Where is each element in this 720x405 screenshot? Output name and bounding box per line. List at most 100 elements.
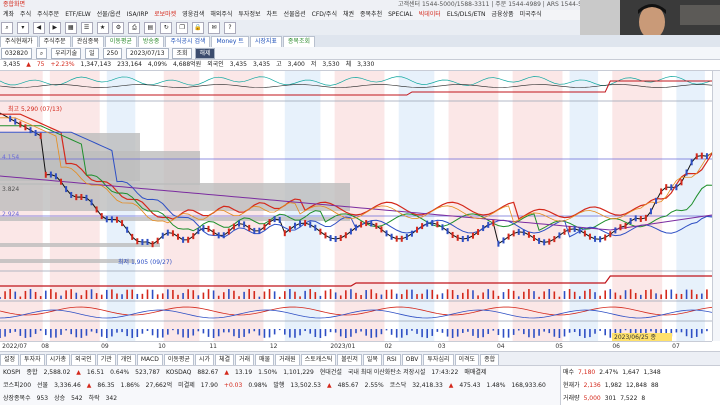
volume-bar	[309, 289, 312, 299]
volume-bar	[90, 289, 93, 299]
macd-bar	[95, 329, 98, 334]
volume-bar	[60, 295, 62, 299]
volume-bar	[156, 294, 159, 299]
query-button[interactable]: 조회	[172, 48, 192, 59]
menu-item[interactable]: 주식주문	[34, 10, 62, 20]
help-icon[interactable]: ?	[223, 22, 236, 34]
volume-bar	[228, 289, 230, 299]
macd-bar	[655, 329, 657, 334]
volume-bar	[380, 294, 383, 299]
volume-bar	[273, 291, 276, 299]
macd-bar	[472, 329, 474, 336]
screen-tab[interactable]: 시장지표	[249, 36, 282, 47]
menu-item[interactable]: 채권	[340, 10, 357, 20]
volume-bar	[385, 289, 388, 299]
volume-bar	[350, 289, 352, 299]
stock-search-icon[interactable]: ⌕	[35, 48, 48, 59]
menu-item[interactable]: 영웅검색	[179, 10, 207, 20]
screen-tab[interactable]: 주식현재가	[0, 36, 38, 47]
screen-tab[interactable]: 종목조회	[282, 36, 315, 47]
mail-icon[interactable]: ✉	[207, 22, 220, 34]
menu-item[interactable]: 차트	[264, 10, 281, 20]
volume-bar	[126, 289, 128, 299]
low-price-marker: 최저 1,905 (09/27)	[118, 258, 172, 266]
count-input[interactable]: 250	[102, 48, 123, 59]
volume-bar	[167, 289, 169, 299]
menu-item[interactable]: ISA/IRP	[124, 10, 151, 20]
screen-tab[interactable]: Money 트	[211, 36, 249, 47]
macd-bar	[584, 329, 586, 338]
macd-bar	[390, 329, 393, 335]
screen-tab[interactable]: 방송중	[137, 36, 165, 47]
macd-bar	[492, 329, 495, 331]
settings-icon[interactable]: ⚙	[112, 22, 125, 34]
price-level-label: 4.154	[2, 154, 19, 161]
date-input[interactable]: 2023/07/13	[125, 48, 169, 59]
chart-icon[interactable]: ▦	[64, 22, 77, 34]
menu-item[interactable]: SPECIAL	[385, 10, 416, 20]
menu-item[interactable]: 선물옵션	[281, 10, 309, 20]
screen-tab[interactable]: 이동평균	[104, 36, 137, 47]
menu-item[interactable]: 로보마켓	[151, 10, 179, 20]
candle	[90, 199, 93, 206]
candle	[614, 227, 617, 234]
dropdown-icon[interactable]: ▾	[16, 22, 29, 34]
candle	[278, 216, 281, 223]
candle	[80, 193, 83, 200]
screen-tab[interactable]: 관심종목	[71, 36, 104, 47]
macd-bar	[111, 329, 113, 337]
menu-item[interactable]: 해외주식	[207, 10, 235, 20]
menu-item[interactable]: 종목추천	[357, 10, 385, 20]
list-icon[interactable]: ☰	[80, 22, 93, 34]
macd-bar	[350, 329, 352, 337]
menu-item[interactable]: 투자정보	[235, 10, 263, 20]
window-icon[interactable]: ❐	[176, 22, 189, 34]
volume-bar	[263, 291, 266, 299]
stock-name[interactable]: 우리기술	[51, 48, 82, 59]
menu-item[interactable]: 계좌	[0, 10, 17, 20]
screen-tab[interactable]: 주식공시 검색	[165, 36, 211, 47]
macd-bar	[650, 329, 652, 332]
candle	[456, 234, 459, 241]
menu-item[interactable]: ETF/ELW	[62, 10, 93, 20]
clear-button[interactable]: 해제	[195, 48, 215, 59]
stock-code-input[interactable]: 032820	[1, 48, 32, 59]
volume-bar	[665, 289, 668, 299]
macd-bar	[482, 329, 484, 338]
menu-item[interactable]: 미국주식	[517, 10, 545, 20]
right-price-axis[interactable]	[712, 71, 720, 341]
back-icon[interactable]: ◀	[32, 22, 45, 34]
volume-bar	[523, 291, 525, 299]
ticker-cell: 542	[71, 395, 83, 402]
volume-bar	[390, 289, 393, 299]
stock-chart[interactable]: 최고 5,290 (07/13) 최저 1,905 (09/27) 4.154 3.8…	[0, 71, 713, 341]
menu-item[interactable]: 선물/옵션	[94, 10, 124, 20]
search-icon[interactable]: ⌕	[1, 22, 13, 34]
candle	[232, 223, 235, 230]
menu-item[interactable]: CFD/주식	[309, 10, 340, 20]
period-select[interactable]: 일	[85, 48, 99, 59]
menu-item[interactable]: 빅데이터	[416, 10, 444, 20]
volume-bar	[456, 294, 459, 299]
lock-icon[interactable]: 🔒	[192, 22, 205, 34]
refresh-icon[interactable]: ↻	[160, 22, 173, 34]
volume-bar	[55, 292, 57, 299]
forward-icon[interactable]: ▶	[48, 22, 61, 34]
macd-bar	[75, 329, 78, 338]
volume-bar	[660, 294, 662, 299]
ticker-cell: 2.55%	[364, 382, 384, 389]
star-icon[interactable]: ★	[96, 22, 109, 34]
candle	[182, 236, 185, 243]
candle	[136, 238, 139, 245]
print-icon[interactable]: ⎙	[128, 22, 141, 34]
ticker-cell: 선물	[37, 382, 49, 389]
menu-item[interactable]: 금융상품	[489, 10, 517, 20]
screen-tab[interactable]: 주식주문	[38, 36, 71, 47]
candle	[644, 214, 647, 221]
menu-item[interactable]: 주식	[17, 10, 34, 20]
grid-icon[interactable]: ▤	[144, 22, 157, 34]
stock-chart-area[interactable]: 최고 5,290 (07/13) 최저 1,905 (09/27) 4.154 3.8…	[0, 71, 713, 341]
menu-item[interactable]: ELS/DLS/ETN	[444, 10, 489, 20]
ticker-cell: KOSDAQ	[165, 369, 192, 376]
macd-bar	[126, 329, 128, 337]
